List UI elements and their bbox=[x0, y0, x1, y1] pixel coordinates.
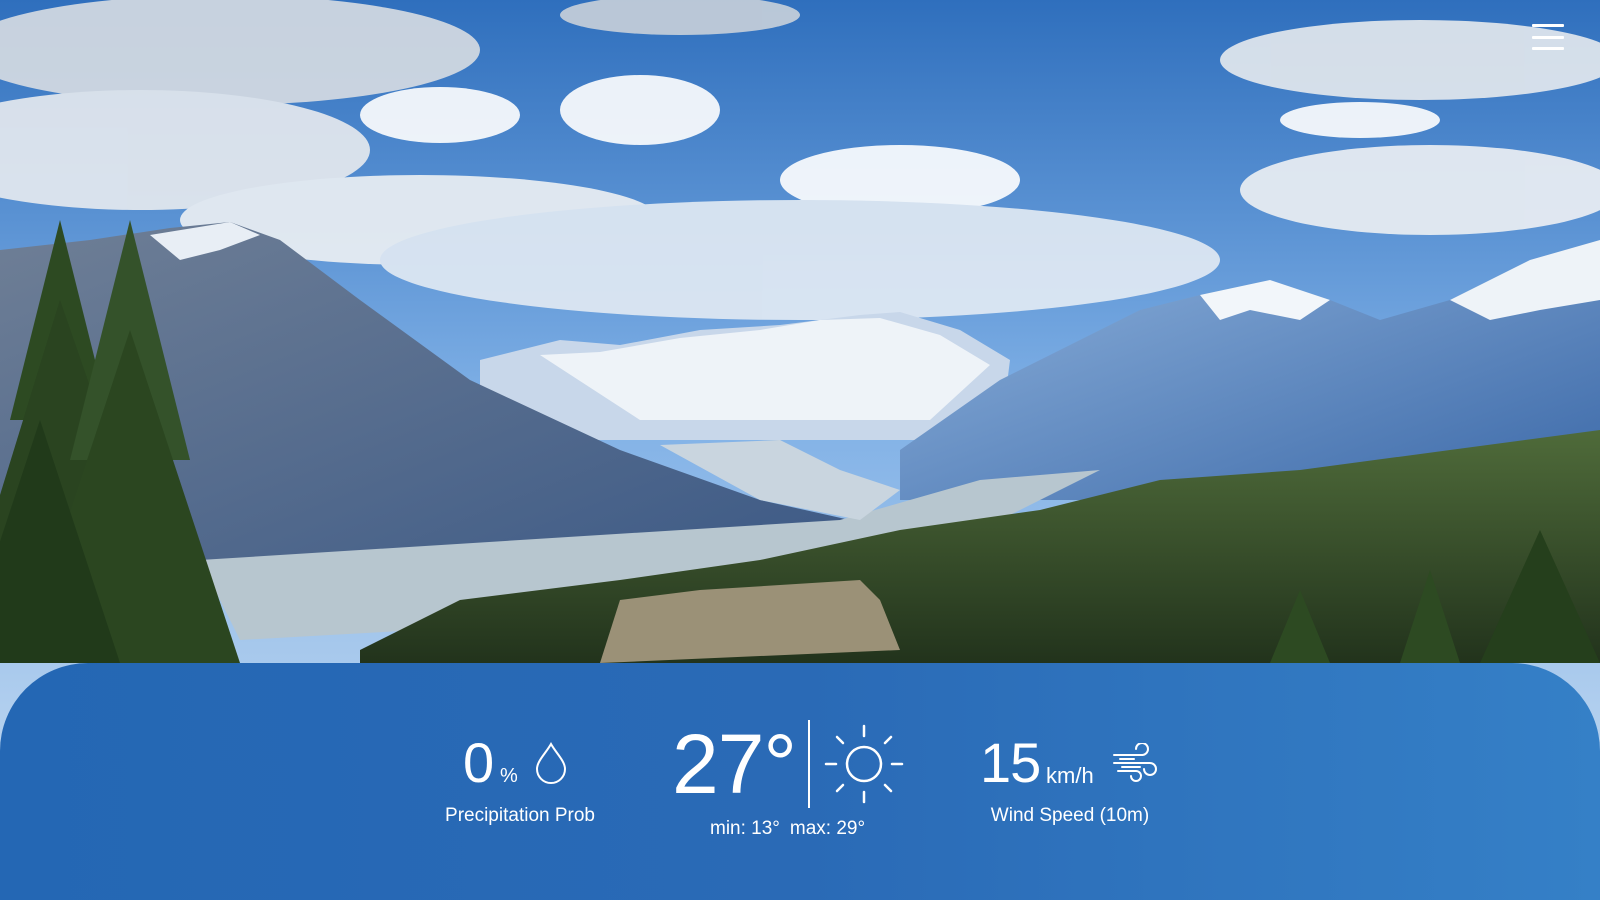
temperature-max: max: 29° bbox=[789, 818, 866, 839]
sun-icon bbox=[824, 724, 904, 804]
wind-icon bbox=[1113, 743, 1157, 782]
wind-speed-label: Wind Speed (10m) bbox=[990, 805, 1150, 826]
precipitation-metric: 0 % Precipitation Prob bbox=[430, 735, 610, 827]
menu-bar-top bbox=[1532, 24, 1564, 27]
temperature-min-max: min: 13° max: 29° bbox=[710, 818, 875, 840]
precipitation-value-row: 0 % bbox=[430, 735, 610, 793]
precipitation-value: 0 bbox=[463, 731, 494, 794]
temperature-min: min: 13° bbox=[710, 818, 780, 839]
precipitation-unit: % bbox=[500, 765, 518, 787]
precipitation-label: Precipitation Prob bbox=[445, 805, 595, 826]
temperature-metric: 27° min: 13° max: 29° bbox=[660, 718, 920, 843]
wind-speed-unit: km/h bbox=[1046, 763, 1094, 788]
menu-bar-bottom bbox=[1532, 47, 1564, 50]
temperature-value: 27° bbox=[672, 717, 797, 811]
hamburger-menu-icon[interactable] bbox=[1532, 24, 1564, 50]
wind-speed-value: 15 bbox=[980, 731, 1041, 794]
menu-bar-middle bbox=[1532, 35, 1564, 39]
temperature-divider bbox=[808, 720, 810, 808]
water-drop-icon bbox=[535, 741, 567, 784]
